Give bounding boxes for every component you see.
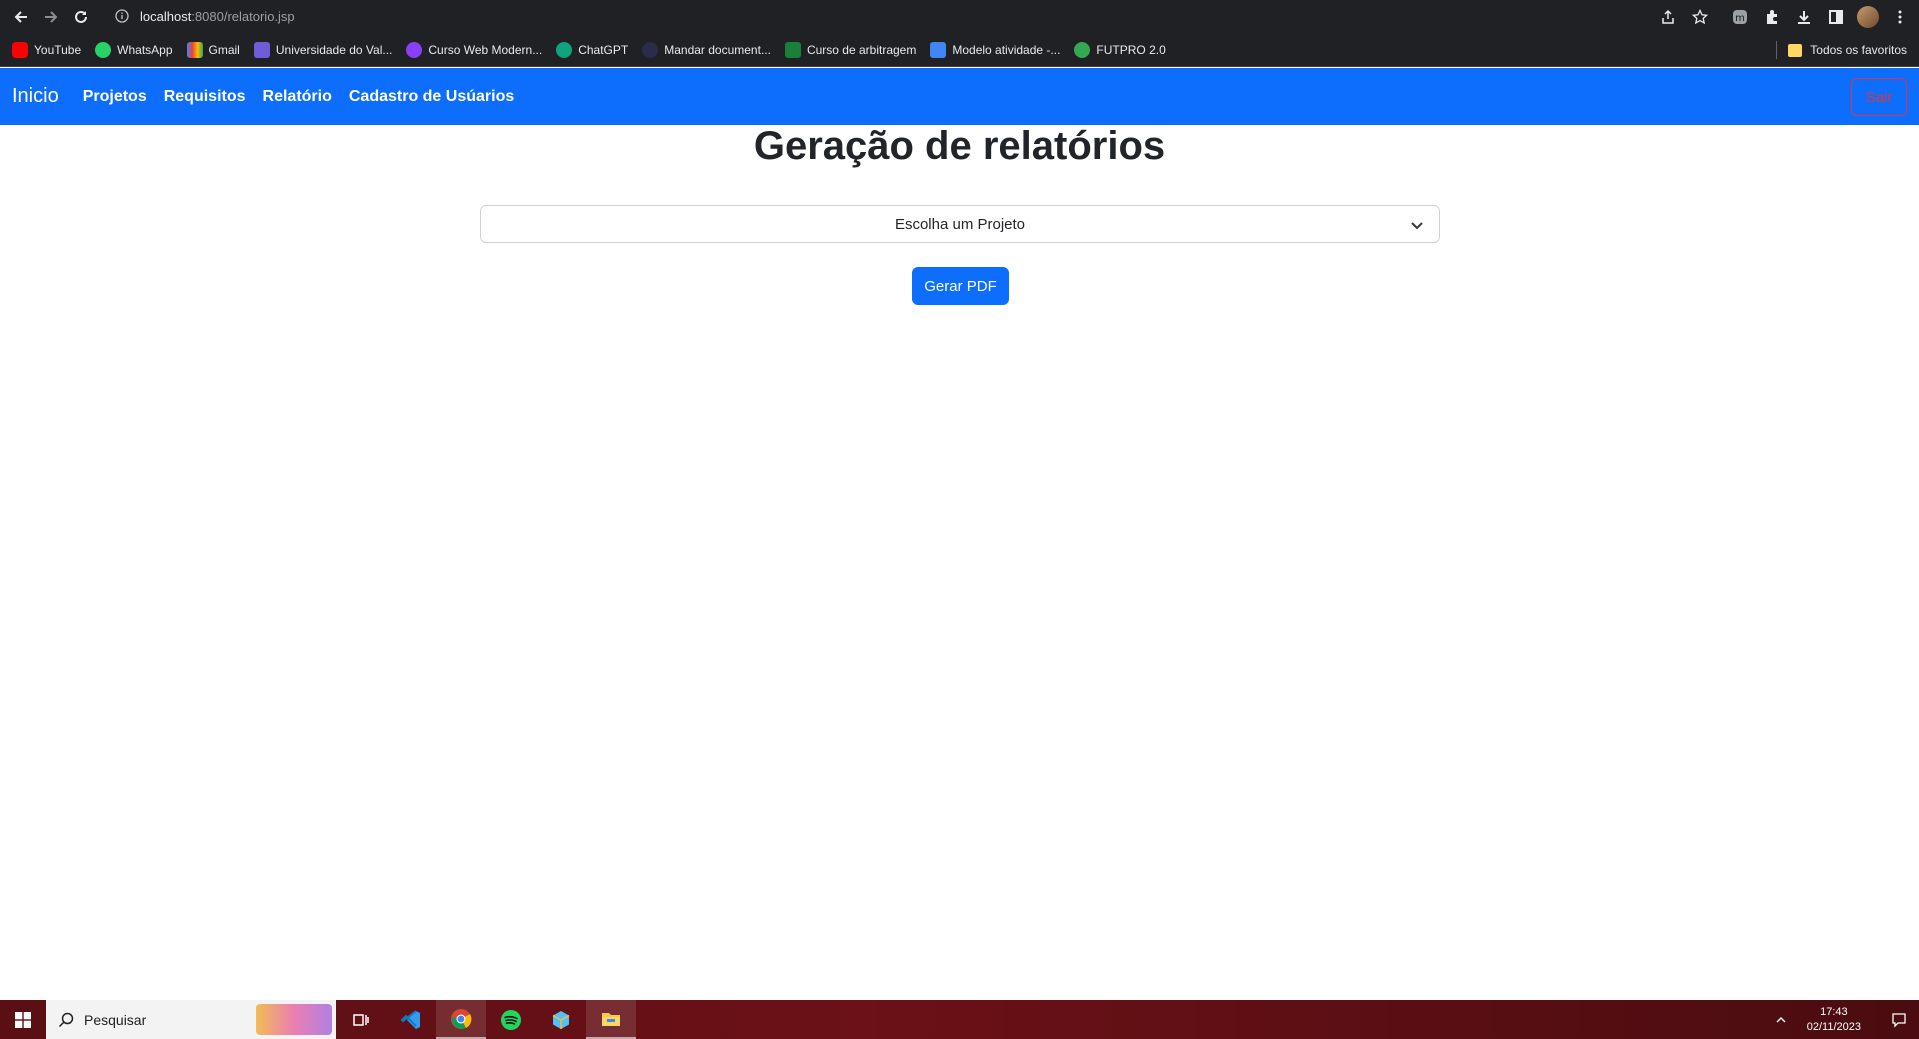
share-icon[interactable] <box>1655 4 1681 30</box>
taskbar-search-placeholder: Pesquisar <box>84 1011 147 1028</box>
bookmark-arbitragem[interactable]: Curso de arbitragem <box>784 41 917 58</box>
bookmarks-divider <box>1776 41 1777 59</box>
gmail-icon <box>186 41 203 58</box>
mandar-icon <box>642 41 659 58</box>
futpro-icon <box>1074 41 1091 58</box>
browser-actions: m <box>1655 0 1913 33</box>
bookmark-label: Modelo atividade -... <box>952 42 1061 57</box>
profile-avatar[interactable] <box>1855 4 1881 30</box>
taskbar-search[interactable]: Pesquisar <box>46 1000 336 1039</box>
bookmark-mandar[interactable]: Mandar document... <box>642 41 771 58</box>
extension-m-icon[interactable]: m <box>1727 4 1753 30</box>
all-bookmarks-label: Todos os favoritos <box>1810 43 1907 57</box>
chevron-up-icon[interactable] <box>1767 1014 1795 1026</box>
windows-taskbar: Pesquisar 17:43 02/11/2023 <box>0 1000 1919 1039</box>
page-title: Geração de relatórios <box>753 124 1166 168</box>
nav-link-requisitos[interactable]: Requisitos <box>164 88 246 106</box>
vscode-icon[interactable] <box>386 1000 436 1039</box>
bookmark-gmail[interactable]: Gmail <box>186 41 240 58</box>
classroom-icon <box>784 41 801 58</box>
svg-text:m: m <box>1735 13 1745 24</box>
chevron-down-icon <box>1411 222 1423 230</box>
bookmark-label: FUTPRO 2.0 <box>1096 42 1166 57</box>
reload-icon[interactable] <box>66 2 96 32</box>
folder-icon <box>1788 43 1803 57</box>
youtube-icon <box>12 41 28 58</box>
bookmark-curso-web[interactable]: Curso Web Modern... <box>406 41 543 58</box>
logout-button[interactable]: Sair <box>1851 78 1907 116</box>
bookmark-label: ChatGPT <box>578 42 629 57</box>
navbar-brand[interactable]: Inicio <box>12 85 59 108</box>
bookmark-label: Curso de arbitragem <box>806 42 917 57</box>
bookmark-label: Mandar document... <box>664 42 771 57</box>
notification-icon[interactable] <box>1879 1012 1919 1028</box>
spotify-icon[interactable] <box>486 1000 536 1039</box>
screen: localhost:8080/relatorio.jsp m YouTube W… <box>0 0 1919 1039</box>
bookmark-youtube[interactable]: YouTube <box>12 41 82 58</box>
search-highlight-art <box>256 1004 332 1035</box>
system-tray: 17:43 02/11/2023 <box>1767 1000 1919 1039</box>
bookmark-label: Gmail <box>208 42 240 57</box>
bookmark-label: Curso Web Modern... <box>428 42 543 57</box>
whatsapp-icon <box>95 41 112 58</box>
star-icon[interactable] <box>1687 4 1713 30</box>
chrome-icon[interactable] <box>436 1000 486 1039</box>
project-select-value: Escolha um Projeto <box>894 215 1026 233</box>
bookmark-universidade[interactable]: Universidade do Val... <box>253 41 393 58</box>
clock-date: 02/11/2023 <box>1806 1020 1861 1033</box>
docs-icon <box>930 41 947 58</box>
chatgpt-icon <box>556 41 573 58</box>
bookmark-label: Universidade do Val... <box>275 42 393 57</box>
generate-pdf-button[interactable]: Gerar PDF <box>912 267 1009 305</box>
windows-start-icon[interactable] <box>0 1000 46 1039</box>
back-icon[interactable] <box>6 2 36 32</box>
site-info-icon[interactable] <box>110 4 134 28</box>
nav-link-cadastro-usuarios[interactable]: Cadastro de Usúarios <box>349 88 514 106</box>
bookmarks-bar: YouTube WhatsApp Gmail Universidade do V… <box>0 33 1919 67</box>
all-bookmarks[interactable]: Todos os favoritos <box>1788 33 1907 67</box>
task-view-icon[interactable] <box>336 1000 386 1039</box>
clock-time: 17:43 <box>1820 1005 1848 1018</box>
curso-web-icon <box>406 41 423 58</box>
project-select[interactable]: Escolha um Projeto <box>480 205 1440 243</box>
nav-link-relatorio[interactable]: Relatório <box>263 88 332 106</box>
address-bar[interactable]: localhost:8080/relatorio.jsp <box>110 2 1716 30</box>
bookmark-whatsapp[interactable]: WhatsApp <box>95 41 173 58</box>
taskbar-clock[interactable]: 17:43 02/11/2023 <box>1807 1005 1861 1035</box>
forward-icon[interactable] <box>36 2 66 32</box>
side-panel-icon[interactable] <box>1823 4 1849 30</box>
universidade-icon <box>253 41 270 58</box>
menu-dots-icon[interactable] <box>1887 4 1913 30</box>
puzzle-icon[interactable] <box>1759 4 1785 30</box>
nav-link-projetos[interactable]: Projetos <box>83 88 147 106</box>
url-text: localhost:8080/relatorio.jsp <box>140 9 295 24</box>
app-cube-icon[interactable] <box>536 1000 586 1039</box>
download-icon[interactable] <box>1791 4 1817 30</box>
app-navbar: Inicio Projetos Requisitos Relatório Cad… <box>0 68 1919 125</box>
bookmark-label: YouTube <box>34 42 82 57</box>
bookmark-futpro[interactable]: FUTPRO 2.0 <box>1074 41 1166 58</box>
browser-toolbar: localhost:8080/relatorio.jsp m <box>0 0 1919 33</box>
file-explorer-icon[interactable] <box>586 1000 636 1039</box>
url-path: :8080/relatorio.jsp <box>191 8 295 24</box>
url-host: localhost <box>140 8 192 24</box>
search-icon <box>58 1012 74 1027</box>
bookmark-label: WhatsApp <box>117 42 173 57</box>
bookmark-modelo[interactable]: Modelo atividade -... <box>930 41 1061 58</box>
bookmark-chatgpt[interactable]: ChatGPT <box>556 41 629 58</box>
